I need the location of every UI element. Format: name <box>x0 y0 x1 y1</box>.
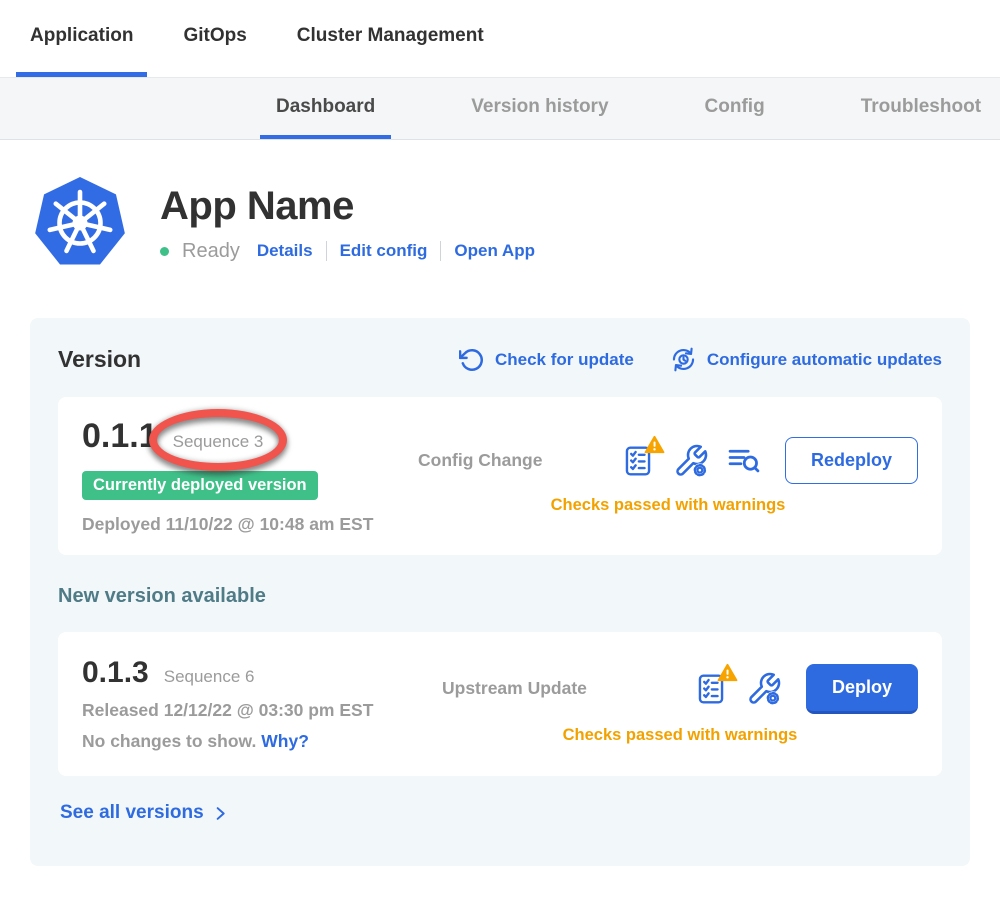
status-dot-icon <box>160 247 169 256</box>
check-for-update-label: Check for update <box>495 350 634 370</box>
refresh-icon <box>459 347 485 373</box>
edit-config-wrench-icon[interactable] <box>673 443 709 479</box>
deployed-timestamp: Deployed 11/10/22 @ 10:48 am EST <box>82 514 418 535</box>
checks-status-text: Checks passed with warnings <box>418 496 918 515</box>
tab-application[interactable]: Application <box>16 0 147 77</box>
page-title: App Name <box>160 184 535 229</box>
details-link[interactable]: Details <box>257 241 313 261</box>
app-sub-navigation: Dashboard Version history Config Trouble… <box>0 78 1000 140</box>
chevron-right-icon <box>212 805 229 822</box>
subtab-config[interactable]: Config <box>689 78 781 139</box>
scheduled-update-icon <box>670 346 697 373</box>
subtab-troubleshoot[interactable]: Troubleshoot <box>845 78 997 139</box>
available-version-sequence: Sequence 6 <box>164 667 255 687</box>
current-version-number: 0.1.1 <box>82 417 158 456</box>
redeploy-button[interactable]: Redeploy <box>785 437 918 484</box>
currently-deployed-badge: Currently deployed version <box>82 471 318 500</box>
warning-triangle-icon <box>644 435 665 454</box>
edit-config-wrench-icon[interactable] <box>746 671 782 707</box>
check-for-update-button[interactable]: Check for update <box>459 347 634 373</box>
see-all-versions-link[interactable]: See all versions <box>58 802 942 824</box>
subtab-dashboard[interactable]: Dashboard <box>260 78 391 139</box>
no-changes-line: No changes to show. Why? <box>82 731 442 752</box>
current-version-card: 0.1.1 Sequence 3 Currently deployed vers… <box>58 397 942 555</box>
current-version-sequence: Sequence 3 <box>173 432 264 452</box>
configure-automatic-updates-label: Configure automatic updates <box>707 350 942 370</box>
new-version-available-heading: New version available <box>58 585 942 608</box>
deploy-button[interactable]: Deploy <box>806 664 918 714</box>
edit-config-link[interactable]: Edit config <box>340 241 428 261</box>
checks-status-text: Checks passed with warnings <box>442 726 918 745</box>
preflight-checks-icon[interactable] <box>694 672 728 706</box>
tab-cluster-management[interactable]: Cluster Management <box>283 0 498 77</box>
version-heading: Version <box>58 346 141 373</box>
divider <box>440 241 441 261</box>
top-navigation: Application GitOps Cluster Management <box>0 0 1000 78</box>
version-source-label: Config Change <box>418 450 542 471</box>
open-app-link[interactable]: Open App <box>454 241 535 261</box>
warning-triangle-icon <box>717 663 738 682</box>
see-all-versions-label: See all versions <box>60 802 204 824</box>
kubernetes-logo-icon <box>30 173 130 273</box>
subtab-version-history[interactable]: Version history <box>455 78 624 139</box>
available-version-card: 0.1.3 Sequence 6 Released 12/12/22 @ 03:… <box>58 632 942 776</box>
released-timestamp: Released 12/12/22 @ 03:30 pm EST <box>82 700 442 721</box>
status-badge: Ready <box>182 240 240 263</box>
version-panel: Version Check for update Configure <box>30 318 970 866</box>
preflight-checks-icon[interactable] <box>621 444 655 478</box>
app-header: App Name Ready Details Edit config Open … <box>30 173 1000 273</box>
why-link[interactable]: Why? <box>261 731 309 751</box>
divider <box>326 241 327 261</box>
configure-automatic-updates-button[interactable]: Configure automatic updates <box>670 346 942 373</box>
tab-gitops[interactable]: GitOps <box>169 0 260 77</box>
view-diff-icon[interactable] <box>727 445 761 477</box>
version-source-label: Upstream Update <box>442 678 587 699</box>
available-version-number: 0.1.3 <box>82 656 149 690</box>
